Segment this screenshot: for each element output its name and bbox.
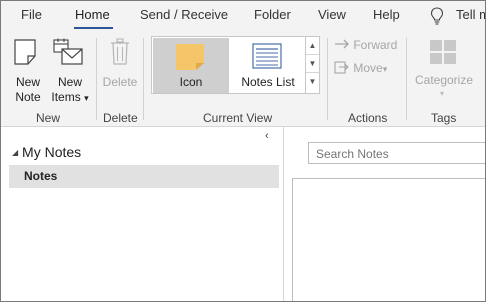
folder-group-my-notes[interactable]: ◢ My Notes	[12, 144, 81, 160]
forward-icon	[335, 39, 349, 49]
folder-group-label: My Notes	[22, 144, 82, 160]
new-note-label-1: New	[15, 75, 40, 89]
move-button[interactable]: Move▾	[334, 60, 387, 75]
delete-button[interactable]: Delete	[100, 36, 140, 104]
ribbon: New Note New Items ▾ New Delete Delete I…	[0, 32, 486, 127]
new-note-button[interactable]: New Note	[6, 36, 48, 104]
folder-item-label: Notes	[24, 169, 58, 183]
chevron-down-icon: ▾	[440, 89, 445, 98]
gallery-scroll[interactable]: ▲ ▼ ▼	[305, 37, 319, 93]
tab-folder[interactable]: Folder	[254, 7, 291, 22]
expand-triangle-icon[interactable]: ◢	[12, 148, 18, 157]
group-label-new: New	[36, 111, 61, 125]
new-note-icon	[14, 39, 36, 65]
move-label: Move	[353, 61, 383, 75]
group-separator	[327, 38, 328, 120]
search-input[interactable]	[314, 146, 486, 162]
folder-item-notes[interactable]: Notes	[9, 165, 279, 188]
new-items-label-2: Items	[51, 90, 81, 104]
tab-view[interactable]: View	[318, 7, 346, 22]
forward-button[interactable]: Forward	[334, 38, 397, 52]
group-separator	[143, 38, 144, 120]
new-items-button[interactable]: New Items ▾	[48, 36, 92, 104]
new-note-label-2: Note	[15, 90, 41, 104]
group-label-delete: Delete	[103, 111, 138, 125]
tab-send-receive[interactable]: Send / Receive	[140, 7, 228, 22]
view-option-notes-list[interactable]: Notes List	[230, 38, 306, 93]
view-option-notes-list-label: Notes List	[241, 75, 295, 89]
categorize-icon	[430, 40, 456, 64]
new-items-label-1: New	[57, 75, 82, 89]
chevron-down-icon: ▾	[84, 93, 89, 103]
collapse-pane-icon[interactable]: ‹	[265, 130, 269, 142]
notes-list-icon	[252, 43, 282, 69]
pane-divider[interactable]	[283, 127, 284, 302]
new-items-icon	[53, 38, 83, 65]
ribbon-tab-bar: File Home Send / Receive Folder View Hel…	[0, 0, 486, 32]
group-label-actions: Actions	[348, 111, 388, 125]
view-option-icon-label: Icon	[179, 75, 203, 89]
forward-label: Forward	[353, 38, 398, 52]
tab-home[interactable]: Home	[75, 7, 110, 22]
gallery-expand-icon[interactable]: ▼	[306, 73, 319, 91]
tell-me-search[interactable]: Tell m	[456, 7, 486, 22]
group-label-tags: Tags	[431, 111, 457, 125]
view-gallery: Icon Notes List ▲ ▼ ▼	[151, 36, 320, 94]
chevron-down-icon: ▾	[382, 64, 388, 74]
sticky-note-icon	[176, 44, 204, 70]
move-icon	[334, 61, 349, 74]
view-option-icon[interactable]: Icon	[153, 38, 229, 93]
categorize-button[interactable]: Categorize ▾	[412, 36, 476, 104]
group-separator	[406, 38, 407, 120]
gallery-scroll-down-icon[interactable]: ▼	[306, 55, 319, 73]
active-tab-indicator	[74, 27, 113, 29]
lightbulb-icon[interactable]	[430, 7, 444, 25]
tab-file[interactable]: File	[21, 7, 42, 22]
new-items-label-2-row: Items ▾	[48, 90, 92, 106]
delete-label: Delete	[102, 75, 138, 89]
notes-view[interactable]	[292, 178, 486, 302]
group-label-current-view: Current View	[203, 111, 273, 125]
tab-help[interactable]: Help	[373, 7, 400, 22]
group-separator	[96, 38, 97, 120]
search-box[interactable]	[308, 142, 486, 164]
gallery-scroll-up-icon[interactable]: ▲	[306, 37, 319, 55]
trash-icon	[111, 38, 129, 65]
categorize-label: Categorize	[414, 73, 474, 87]
